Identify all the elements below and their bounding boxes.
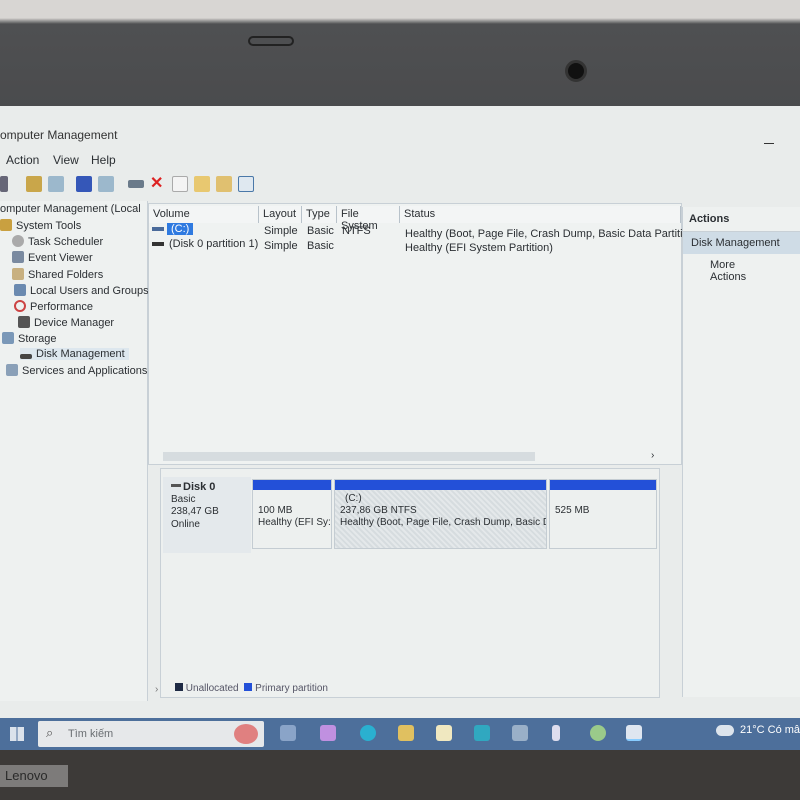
settings-icon[interactable]: [238, 176, 254, 192]
computer-management-taskbar-icon[interactable]: [626, 725, 642, 741]
column-type[interactable]: Type: [302, 206, 337, 223]
more-actions[interactable]: More Actions: [683, 254, 800, 288]
partition-c[interactable]: (C:) 237,86 GB NTFS Healthy (Boot, Page Fi…: [334, 479, 547, 549]
delete-icon[interactable]: ✕: [150, 176, 166, 192]
tree-root[interactable]: omputer Management (Local: [0, 203, 141, 215]
webcam-icon: [565, 60, 587, 82]
search-folder-icon[interactable]: [216, 176, 232, 192]
legend: Unallocated Primary partition: [175, 683, 328, 694]
column-layout[interactable]: Layout: [259, 206, 302, 223]
mail-icon[interactable]: [474, 725, 490, 741]
tree-task-scheduler[interactable]: Task Scheduler: [12, 235, 103, 248]
disk-0-info[interactable]: Disk 0 Basic 238,47 GB Online: [163, 477, 251, 553]
export-icon[interactable]: [194, 176, 210, 192]
store-icon[interactable]: [436, 725, 452, 741]
actions-pane: Actions Disk Management More Actions: [682, 207, 800, 697]
camera-icon[interactable]: [512, 725, 528, 741]
tree-storage[interactable]: Storage: [2, 332, 57, 345]
connect-drive-icon[interactable]: [128, 180, 144, 188]
volume-list: Volume Layout Type File System Status (C…: [148, 203, 698, 465]
column-file-system[interactable]: File System: [337, 206, 400, 232]
partition-recovery[interactable]: 525 MB: [549, 479, 657, 549]
up-folder-icon[interactable]: [26, 176, 42, 192]
toolbox-icon: [0, 219, 12, 231]
partition-efi[interactable]: 100 MB Healthy (EFI Sy:: [252, 479, 332, 549]
forward-icon[interactable]: [0, 176, 8, 192]
services-icon: [6, 364, 18, 376]
show-hide-action-pane-icon[interactable]: [98, 176, 114, 192]
scroll-right-icon[interactable]: ›: [155, 684, 158, 695]
tree-disk-management[interactable]: Disk Management: [20, 348, 129, 360]
tree-system-tools[interactable]: System Tools: [0, 219, 81, 232]
lenovo-logo: Lenovo: [0, 765, 68, 787]
disk-map: Disk 0 Basic 238,47 GB Online 100 MB Heal…: [160, 468, 660, 698]
laptop-bezel-bottom: [0, 750, 800, 800]
legend-primary-swatch: [244, 683, 253, 691]
actions-header: Actions: [683, 207, 800, 232]
properties-icon[interactable]: [172, 176, 188, 192]
tree-event-viewer[interactable]: Event Viewer: [12, 251, 93, 264]
show-hide-console-tree-icon[interactable]: [48, 176, 64, 192]
copilot-icon[interactable]: [320, 725, 336, 741]
scroll-right-icon[interactable]: ›: [651, 450, 654, 461]
window-title: omputer Management: [0, 128, 118, 142]
disk-icon: [171, 484, 181, 487]
tree-device-manager[interactable]: Device Manager: [18, 316, 114, 329]
start-button[interactable]: [10, 727, 24, 741]
task-view-icon[interactable]: [280, 725, 296, 741]
file-explorer-icon[interactable]: [398, 725, 414, 741]
tree-local-users[interactable]: Local Users and Groups: [14, 284, 149, 297]
shared-folder-icon: [12, 268, 24, 280]
event-log-icon: [12, 251, 24, 263]
search-highlight-icon: [234, 724, 258, 744]
device-manager-icon: [18, 316, 30, 328]
volume-icon: [152, 227, 164, 231]
toolbar: ✕: [0, 173, 800, 195]
bezel-slot: [248, 36, 294, 46]
help-icon[interactable]: [76, 176, 92, 192]
search-icon: ⌕: [46, 725, 54, 740]
menu-action[interactable]: Action: [6, 153, 39, 167]
device-icon[interactable]: [552, 725, 560, 741]
horizontal-scrollbar[interactable]: [163, 452, 535, 461]
menu-help[interactable]: Help: [91, 153, 116, 167]
tree-shared-folders[interactable]: Shared Folders: [12, 268, 103, 281]
laptop-bezel-top: [0, 0, 800, 108]
tree-services-applications[interactable]: Services and Applications: [6, 364, 147, 377]
volume-icon: [152, 242, 164, 246]
tree-performance[interactable]: Performance: [14, 300, 93, 313]
minimize-button[interactable]: [764, 143, 774, 144]
actions-section-disk-management[interactable]: Disk Management: [683, 232, 800, 254]
clock-icon: [12, 235, 24, 247]
users-icon: [14, 284, 26, 296]
weather-cloud-icon: [716, 725, 734, 736]
taskbar-search[interactable]: ⌕ Tìm kiếm: [38, 721, 264, 747]
app-icon[interactable]: [590, 725, 606, 741]
storage-icon: [2, 332, 14, 344]
weather-text[interactable]: 21°C Có mâ: [740, 724, 800, 736]
console-tree: omputer Management (Local System Tools T…: [0, 201, 149, 701]
disk-icon: [20, 354, 32, 359]
column-status[interactable]: Status: [400, 206, 681, 223]
performance-icon: [14, 300, 26, 312]
menu-view[interactable]: View: [53, 153, 79, 167]
column-volume[interactable]: Volume: [149, 206, 259, 223]
edge-icon[interactable]: [360, 725, 376, 741]
legend-unallocated-swatch: [175, 683, 183, 691]
